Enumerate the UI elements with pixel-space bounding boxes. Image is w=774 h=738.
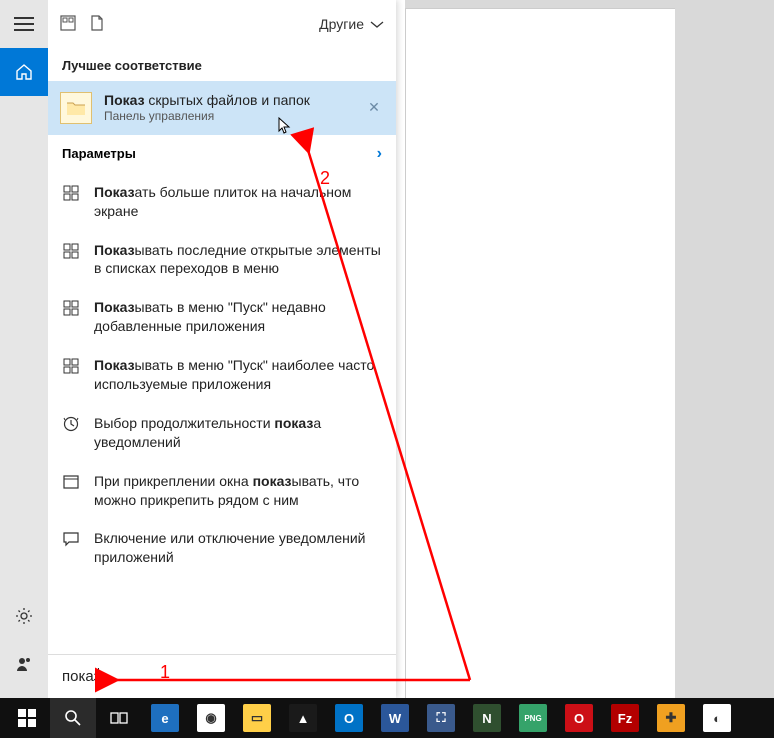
best-match-item[interactable]: Показ скрытых файлов и папок Панель упра… — [48, 81, 396, 135]
search-side-strip — [0, 0, 48, 698]
internet-explorer-icon: e — [151, 704, 179, 732]
window-icon — [62, 474, 80, 490]
taskbar-app-notepadpp[interactable]: N — [464, 698, 510, 738]
hamburger-button[interactable] — [0, 0, 48, 48]
taskbar-app-file-explorer[interactable]: ▭ — [234, 698, 280, 738]
chrome-icon: ◉ — [197, 704, 225, 732]
chevron-right-icon: › — [377, 145, 382, 163]
close-icon[interactable]: ✕ — [364, 99, 384, 116]
search-results-column: Другие Лучшее соответствие Показ скрытых… — [48, 0, 396, 698]
task-view-button[interactable] — [96, 698, 142, 738]
settings-item-text: Показывать в меню "Пуск" наиболее часто … — [94, 356, 382, 394]
settings-item[interactable]: Показывать в меню "Пуск" наиболее часто … — [48, 346, 396, 404]
settings-section-header[interactable]: Параметры › — [48, 135, 396, 173]
apps-view-icon[interactable] — [60, 15, 76, 34]
tiles-icon — [62, 300, 80, 316]
settings-item[interactable]: Показывать в меню "Пуск" недавно добавле… — [48, 288, 396, 346]
settings-item-text: Выбор продолжительности показа уведомлен… — [94, 414, 382, 452]
taskbar-search-button[interactable] — [50, 698, 96, 738]
settings-item[interactable]: При прикреплении окна показывать, что мо… — [48, 462, 396, 520]
clock-icon — [62, 416, 80, 432]
settings-item-text: Показывать в меню "Пуск" недавно добавле… — [94, 298, 382, 336]
file-explorer-icon: ▭ — [243, 704, 271, 732]
results-header: Другие — [48, 0, 396, 48]
settings-item-text: При прикреплении окна показывать, что мо… — [94, 472, 382, 510]
settings-item-text: Включение или отключение уведомлений при… — [94, 529, 382, 567]
tiles-icon — [62, 358, 80, 374]
word-icon: W — [381, 704, 409, 732]
desktop-document-area — [405, 8, 675, 698]
settings-item[interactable]: Выбор продолжительности показа уведомлен… — [48, 404, 396, 462]
tool-icon: ✚ — [657, 704, 685, 732]
filter-dropdown[interactable]: Другие — [319, 16, 384, 32]
search-input-box[interactable]: показ — [48, 654, 396, 698]
settings-section-label: Параметры — [62, 146, 136, 161]
taskbar-app-png-tool[interactable]: PNG — [510, 698, 556, 738]
taskbar-app-word[interactable]: W — [372, 698, 418, 738]
best-match-text: Показ скрытых файлов и папок Панель упра… — [104, 91, 352, 125]
taskbar-app-opera[interactable]: O — [556, 698, 602, 738]
settings-item-text: Показать больше плиток на начальном экра… — [94, 183, 382, 221]
settings-list: Показать больше плиток на начальном экра… — [48, 173, 396, 577]
home-button[interactable] — [0, 48, 48, 96]
best-match-section-label: Лучшее соответствие — [48, 48, 396, 81]
settings-item[interactable]: Показать больше плиток на начальном экра… — [48, 173, 396, 231]
settings-item-text: Показывать последние открытые элементы в… — [94, 241, 382, 279]
taskbar-app-filezilla[interactable]: Fz — [602, 698, 648, 738]
folder-icon — [60, 92, 92, 124]
search-input-text: показ — [62, 668, 100, 685]
document-icon[interactable] — [90, 15, 104, 34]
taskbar-app-aimp[interactable]: ▲ — [280, 698, 326, 738]
taskbar-app-outlook[interactable]: O — [326, 698, 372, 738]
notepadpp-icon: N — [473, 704, 501, 732]
png-tool-icon: PNG — [519, 704, 547, 732]
text-caret — [98, 668, 99, 686]
tiles-icon — [62, 243, 80, 259]
settings-item[interactable]: Показывать последние открытые элементы в… — [48, 231, 396, 289]
opera-icon: O — [565, 704, 593, 732]
tiles-icon — [62, 185, 80, 201]
chat-icon — [62, 531, 80, 547]
filezilla-icon: Fz — [611, 704, 639, 732]
taskbar: e◉▭▲OW⛶NPNGOFz✚◐ — [0, 698, 774, 738]
taskbar-app-chrome[interactable]: ◉ — [188, 698, 234, 738]
settings-item[interactable]: Включение или отключение уведомлений при… — [48, 519, 396, 577]
taskbar-app-tool[interactable]: ✚ — [648, 698, 694, 738]
search-panel: Другие Лучшее соответствие Показ скрытых… — [0, 0, 396, 698]
start-button[interactable] — [4, 698, 50, 738]
aimp-icon: ▲ — [289, 704, 317, 732]
outlook-icon: O — [335, 704, 363, 732]
chevron-down-icon — [370, 16, 384, 32]
picasa-icon: ◐ — [703, 704, 731, 732]
paintnet-icon: ⛶ — [427, 704, 455, 732]
taskbar-app-paintnet[interactable]: ⛶ — [418, 698, 464, 738]
settings-gear-button[interactable] — [0, 592, 48, 640]
taskbar-app-picasa[interactable]: ◐ — [694, 698, 740, 738]
filter-label: Другие — [319, 16, 364, 32]
taskbar-app-internet-explorer[interactable]: e — [142, 698, 188, 738]
user-button[interactable] — [0, 640, 48, 688]
